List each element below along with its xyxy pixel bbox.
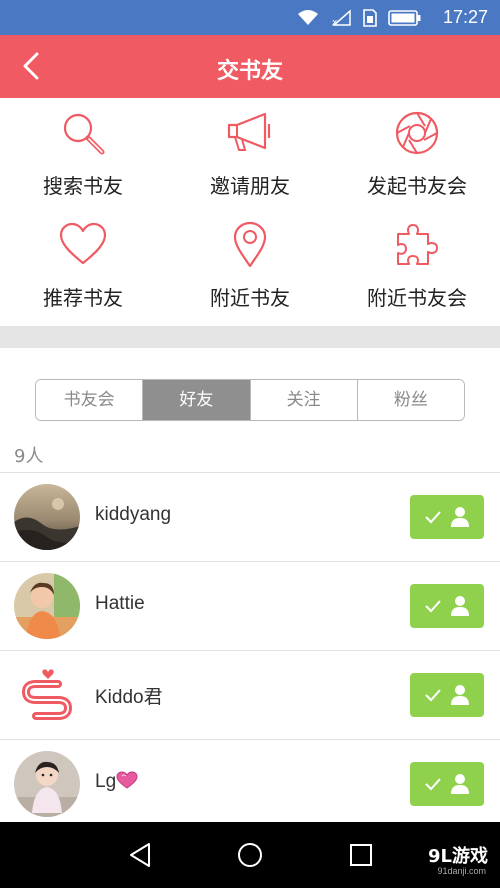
nav-back-button[interactable] [124,839,156,871]
feature-start-club[interactable]: 发起书友会 [334,98,500,210]
search-icon [63,113,105,155]
list-item[interactable]: Hattie [0,561,500,650]
friend-status-button[interactable] [410,495,484,539]
feature-nearby-friends[interactable]: 附近书友 [167,210,333,322]
tab-following[interactable]: 关注 [250,380,358,420]
nav-recents-button[interactable] [345,839,377,871]
feature-label: 附近书友会 [367,286,467,310]
friend-count: 9人 [14,446,44,467]
tab-fans[interactable]: 粉丝 [357,380,464,420]
feature-grid: 搜索书友 邀请朋友 发起书友会 推荐书友 附近书友 附近书友会 [0,98,500,326]
segmented-tabs: 书友会 好友 关注 粉丝 [35,379,465,421]
square-recents-icon [350,844,372,866]
heart-icon [59,222,107,265]
status-time: 17:27 [442,7,488,27]
check-icon [425,689,441,702]
page-title: 交书友 [216,59,283,84]
status-bar: x 17:27 [0,0,500,35]
user-icon [451,507,469,527]
feature-label: 搜索书友 [43,174,123,198]
friend-name: kiddyang [95,504,172,525]
feature-label: 邀请朋友 [210,174,290,198]
feature-search-friends[interactable]: 搜索书友 [0,98,166,210]
feature-label: 发起书友会 [367,174,467,198]
signal-off-icon: x [330,9,352,27]
feature-nearby-clubs[interactable]: 附近书友会 [334,210,500,322]
friend-name: Lg [95,771,138,793]
friend-status-button[interactable] [410,584,484,628]
friend-list: kiddyang Hattie Kiddo君 Lg [0,472,500,828]
list-item[interactable]: Lg [0,739,500,828]
list-item[interactable]: kiddyang [0,472,500,561]
avatar [14,484,80,550]
app-header: 交书友 [0,35,500,98]
feature-label: 推荐书友 [43,286,123,310]
nav-home-button[interactable] [234,839,266,871]
aperture-icon [395,111,439,155]
triangle-back-icon [130,843,150,867]
watermark-url: 91danji.com [437,866,486,876]
list-item[interactable]: Kiddo君 [0,650,500,739]
battery-icon [388,9,422,27]
friend-name: Hattie [95,593,145,614]
tab-friends[interactable]: 好友 [143,380,251,420]
feature-invite-friends[interactable]: 邀请朋友 [167,98,333,210]
tab-book-club[interactable]: 书友会 [36,380,144,420]
friend-name-text: Lg [95,771,117,792]
friend-status-button[interactable] [410,673,484,717]
friend-name: Kiddo君 [95,687,163,708]
wifi-icon [296,9,320,27]
friends-panel: 书友会 好友 关注 粉丝 9人 kiddyang Hattie Kiddo君 L… [0,348,500,828]
check-icon [425,511,441,524]
circle-home-icon [238,843,262,867]
avatar [14,662,80,728]
friend-status-button[interactable] [410,762,484,806]
svg-text:x: x [332,18,338,27]
puzzle-icon [397,224,438,265]
feature-label: 附近书友 [210,286,290,310]
section-divider [0,326,500,348]
location-pin-icon [233,221,267,268]
status-icons: x [296,8,422,28]
avatar [14,573,80,639]
system-nav-bar: 9L游戏 91danji.com [0,822,500,888]
check-icon [425,600,441,613]
watermark-logo: 9L游戏 [428,846,488,867]
check-icon [425,778,441,791]
avatar [14,751,80,817]
user-icon [451,685,469,705]
heart-badge-icon [116,771,138,789]
feature-recommend-friends[interactable]: 推荐书友 [0,210,166,322]
user-icon [451,774,469,794]
user-icon [451,596,469,616]
sim-icon [362,8,378,28]
megaphone-icon [227,112,271,151]
